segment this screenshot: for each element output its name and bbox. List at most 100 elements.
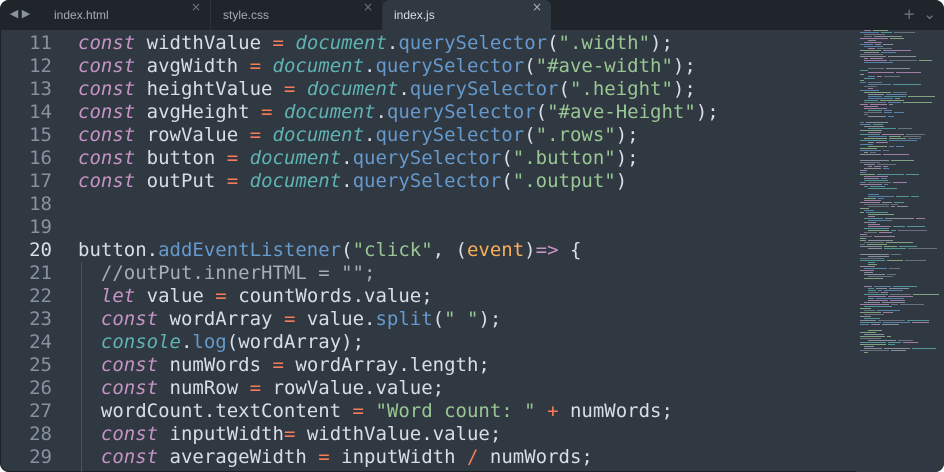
code-token: widthValue.value; — [295, 423, 502, 445]
minimap-stroke — [864, 232, 877, 233]
code-line[interactable]: let value = countWords.value; — [78, 285, 433, 308]
code-token: value. — [295, 308, 376, 330]
minimap-stroke — [884, 110, 892, 111]
line-number: 24 — [29, 331, 52, 353]
code-token: , ( — [432, 239, 467, 261]
editor-window: ◀ ▶ index.html × style.css × index.js × +… — [0, 0, 944, 472]
minimap-stroke — [884, 76, 900, 77]
minimap-stroke — [868, 146, 887, 147]
code-line[interactable]: const button = document.querySelector(".… — [78, 147, 639, 170]
code-token: const — [78, 101, 136, 123]
code-token: { — [558, 239, 582, 261]
tab-overflow-icon[interactable]: ⌄ — [923, 5, 936, 23]
code-line[interactable]: const averageWidth = inputWidth / numWor… — [78, 446, 593, 469]
minimap-stroke — [868, 220, 892, 221]
minimap[interactable] — [856, 30, 944, 472]
close-icon[interactable]: × — [532, 0, 542, 14]
minimap-stroke — [916, 218, 925, 219]
code-token: ".button" — [512, 147, 616, 169]
minimap-stroke — [874, 236, 895, 237]
minimap-stroke — [883, 312, 893, 313]
code-line[interactable]: const rowValue = document.querySelector(… — [78, 124, 639, 147]
nav-forward-icon[interactable]: ▶ — [20, 7, 32, 20]
tab-index-html[interactable]: index.html × — [36, 0, 211, 30]
minimap-stroke — [868, 196, 894, 197]
code-line[interactable]: const numRow = rowValue.value; — [78, 377, 444, 400]
minimap-stroke — [864, 114, 868, 115]
new-tab-icon[interactable]: + — [903, 5, 916, 23]
code-token: + — [547, 400, 559, 422]
minimap-stroke — [864, 168, 881, 169]
code-token: button — [135, 147, 227, 169]
minimap-stroke — [864, 314, 884, 315]
minimap-stroke — [893, 182, 907, 183]
code-line[interactable]: const avgHeight = document.querySelector… — [78, 101, 719, 124]
minimap-stroke — [868, 142, 874, 143]
nav-back-icon[interactable]: ◀ — [8, 7, 20, 20]
line-number: 25 — [29, 354, 52, 376]
code-token: ".rows" — [535, 124, 616, 146]
minimap-stroke — [873, 124, 883, 125]
tab-style-css[interactable]: style.css × — [211, 0, 383, 30]
code-token: ".height" — [569, 78, 673, 100]
minimap-stroke — [860, 82, 866, 83]
code-line[interactable]: console.log(wordArray); — [78, 331, 364, 354]
code-line[interactable]: const outPut = document.querySelector(".… — [78, 170, 627, 193]
minimap-stroke — [889, 268, 900, 269]
minimap-stroke — [868, 136, 887, 137]
minimap-stroke — [868, 116, 886, 117]
minimap-stroke — [905, 260, 926, 261]
minimap-stroke — [868, 48, 875, 49]
tab-index-js[interactable]: index.js × — [383, 0, 551, 30]
code-line[interactable]: const heightValue = document.querySelect… — [78, 78, 696, 101]
minimap-stroke — [860, 44, 873, 45]
code-line[interactable]: const wordArray = value.split(" "); — [78, 308, 501, 331]
code-token: " " — [444, 308, 479, 330]
minimap-stroke — [860, 160, 889, 161]
code-line[interactable]: const widthValue = document.querySelecto… — [78, 32, 673, 55]
minimap-stroke — [889, 104, 893, 105]
minimap-stroke — [889, 140, 917, 141]
code-line[interactable]: const numWords = wordArray.length; — [78, 354, 490, 377]
minimap-stroke — [908, 138, 921, 139]
code-line[interactable]: const inputWidth= widthValue.value; — [78, 423, 501, 446]
minimap-stroke — [887, 260, 903, 261]
minimap-stroke — [882, 302, 905, 303]
code-line[interactable]: wordCount.textContent = "Word count: " +… — [78, 400, 673, 423]
close-icon[interactable]: × — [191, 0, 201, 14]
minimap-stroke — [864, 200, 881, 201]
minimap-stroke — [893, 92, 907, 93]
minimap-stroke — [860, 240, 866, 241]
line-number: 21 — [29, 262, 52, 284]
code-token: = — [352, 400, 364, 422]
code-token: document — [295, 32, 387, 54]
code-token: . — [180, 331, 193, 353]
code-area[interactable]: const widthValue = document.querySelecto… — [78, 30, 854, 472]
minimap-stroke — [884, 184, 888, 185]
line-number: 14 — [29, 101, 52, 123]
minimap-stroke — [875, 44, 881, 45]
code-token: => — [535, 239, 559, 261]
code-line[interactable]: //outPut.innerHTML = ""; — [78, 262, 376, 285]
minimap-stroke — [890, 38, 904, 39]
minimap-stroke — [860, 90, 879, 91]
minimap-stroke — [864, 210, 874, 211]
line-number: 15 — [29, 124, 52, 146]
code-line[interactable]: const avgWidth = document.querySelector(… — [78, 55, 696, 78]
code-token: = — [226, 147, 239, 169]
minimap-stroke — [870, 186, 885, 187]
minimap-stroke — [886, 242, 913, 243]
code-token: const — [78, 55, 136, 77]
close-icon[interactable]: × — [363, 0, 373, 14]
minimap-stroke — [864, 60, 887, 61]
minimap-stroke — [887, 336, 891, 337]
minimap-stroke — [864, 218, 883, 219]
minimap-stroke — [864, 138, 887, 139]
minimap-stroke — [860, 244, 865, 245]
code-token: const — [78, 170, 136, 192]
minimap-stroke — [860, 104, 868, 105]
minimap-stroke — [864, 176, 888, 177]
code-line[interactable]: button.addEventListener("click", (event)… — [78, 239, 581, 262]
